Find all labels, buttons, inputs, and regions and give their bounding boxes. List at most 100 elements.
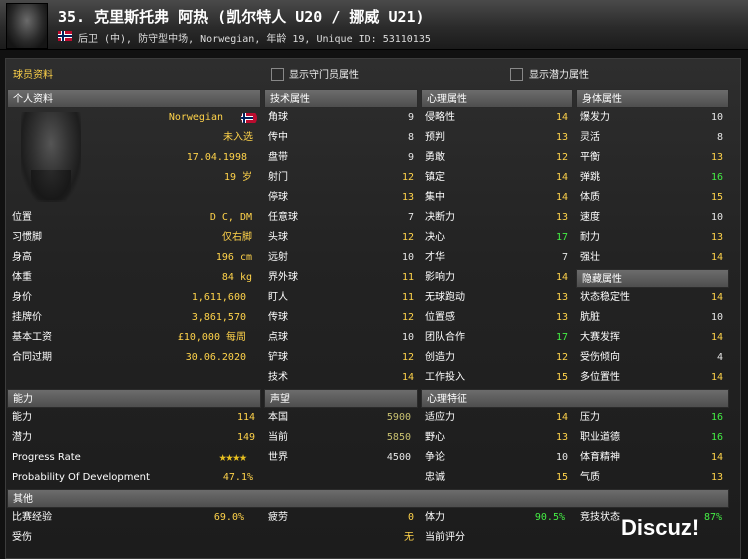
ability-row: 潜力 149 xyxy=(12,428,255,448)
technical-attr-value: 10 xyxy=(401,252,414,263)
trait-row: 气质 13 xyxy=(580,468,723,488)
mental-attr-row: 工作投入 15 xyxy=(425,368,568,388)
mental-attr-row: 预判 13 xyxy=(425,128,568,148)
other-row: 当前评分 xyxy=(425,528,565,548)
technical-attr-label: 停球 xyxy=(268,192,288,203)
hidden-attr-label: 状态稳定性 xyxy=(580,292,630,303)
technical-attr-label: 任意球 xyxy=(268,212,298,223)
traits-section-header: 心理特征 xyxy=(421,389,729,408)
mental-attr-row: 无球跑动 13 xyxy=(425,288,568,308)
technical-attr-value: 12 xyxy=(401,232,414,243)
personal-label: 挂牌价 xyxy=(12,312,42,323)
physical-attr-value: 10 xyxy=(710,212,723,223)
personal-label: 身高 xyxy=(12,252,32,263)
mental-attr-label: 决断力 xyxy=(425,212,455,223)
physical-attr-label: 耐力 xyxy=(580,232,600,243)
technical-attr-label: 界外球 xyxy=(268,272,298,283)
physical-attr-label: 速度 xyxy=(580,212,600,223)
progress-rate-stars-icon: ★★★★ xyxy=(218,450,247,465)
personal-label: 基本工资 xyxy=(12,332,52,343)
hidden-attr-row: 状态稳定性 14 xyxy=(580,288,723,308)
personal-row: 基本工资 £10,000 每周 xyxy=(12,328,246,348)
technical-attr-value: 9 xyxy=(407,152,414,163)
personal-label: 体重 xyxy=(12,272,32,283)
physical-attr-value: 16 xyxy=(710,172,723,183)
ability-label: 能力 xyxy=(12,412,32,423)
trait-label: 适应力 xyxy=(425,412,455,423)
other-label: 受伤 xyxy=(12,532,32,543)
technical-attr-row: 头球 12 xyxy=(268,228,414,248)
mental-attr-value: 14 xyxy=(555,172,568,183)
show-gk-checkbox[interactable] xyxy=(271,68,284,81)
technical-attr-row: 角球 9 xyxy=(268,108,414,128)
personal-row: 合同过期 30.06.2020 xyxy=(12,348,246,368)
physical-attr-label: 爆发力 xyxy=(580,112,610,123)
hidden-attr-row: 受伤倾向 4 xyxy=(580,348,723,368)
reputation-value: 4500 xyxy=(386,452,411,463)
technical-attr-label: 点球 xyxy=(268,332,288,343)
ability-label: Probability Of Development xyxy=(12,472,150,483)
physical-attr-row: 弹跳 16 xyxy=(580,168,723,188)
reputation-row: 当前 5850 xyxy=(268,428,411,448)
technical-attr-value: 7 xyxy=(407,212,414,223)
other-row: 体力 90.5% xyxy=(425,508,565,528)
other-value: 0 xyxy=(407,512,414,523)
technical-attr-row: 远射 10 xyxy=(268,248,414,268)
trait-label: 压力 xyxy=(580,412,600,423)
personal-value: 1,611,600 xyxy=(191,292,246,303)
player-thumbnail xyxy=(6,3,48,49)
mental-attr-row: 勇敢 12 xyxy=(425,148,568,168)
other-value: 87% xyxy=(703,512,722,523)
physical-attr-row: 速度 10 xyxy=(580,208,723,228)
show-gk-label[interactable]: 显示守门员属性 xyxy=(289,66,359,81)
trait-row: 压力 16 xyxy=(580,408,723,428)
player-title: 35. 克里斯托弗 阿热 (凯尔特人 U20 / 挪威 U21) xyxy=(58,8,425,26)
mental-attr-row: 镇定 14 xyxy=(425,168,568,188)
physical-attr-row: 耐力 13 xyxy=(580,228,723,248)
mental-attr-label: 集中 xyxy=(425,192,445,203)
ability-row: Progress Rate ★★★★ xyxy=(12,448,247,468)
ability-row: 能力 114 xyxy=(12,408,255,428)
personal-label: 合同过期 xyxy=(12,352,52,363)
selection-row: 未入选 xyxy=(85,128,253,148)
mental-attr-value: 14 xyxy=(555,112,568,123)
technical-attr-value: 11 xyxy=(401,272,414,283)
technical-attr-label: 头球 xyxy=(268,232,288,243)
mental-attr-label: 决心 xyxy=(425,232,445,243)
technical-attr-row: 任意球 7 xyxy=(268,208,414,228)
mental-attr-row: 创造力 12 xyxy=(425,348,568,368)
hidden-attr-value: 14 xyxy=(710,292,723,303)
personal-label: 位置 xyxy=(12,212,32,223)
dob-row: 17.04.1998 xyxy=(85,148,247,168)
trait-row: 职业道德 16 xyxy=(580,428,723,448)
mental-attr-label: 无球跑动 xyxy=(425,292,465,303)
mental-attr-label: 工作投入 xyxy=(425,372,465,383)
technical-attr-label: 技术 xyxy=(268,372,288,383)
physical-attr-label: 强壮 xyxy=(580,252,600,263)
other-section-header: 其他 xyxy=(7,489,729,508)
player-photo xyxy=(21,112,81,202)
mental-attr-label: 创造力 xyxy=(425,352,455,363)
nationality-flag-icon xyxy=(241,110,257,126)
mental-attr-row: 集中 14 xyxy=(425,188,568,208)
trait-label: 气质 xyxy=(580,472,600,483)
mental-attr-label: 团队合作 xyxy=(425,332,465,343)
mental-attr-value: 17 xyxy=(555,232,568,243)
tab-player-profile[interactable]: 球员资料 xyxy=(13,66,53,81)
reputation-section-header: 声望 xyxy=(264,389,418,408)
mental-attr-value: 13 xyxy=(555,312,568,323)
other-row: 疲劳 0 xyxy=(268,508,414,528)
personal-row: 身价 1,611,600 xyxy=(12,288,246,308)
technical-attr-value: 14 xyxy=(401,372,414,383)
other-value: 90.5% xyxy=(534,512,565,523)
trait-label: 野心 xyxy=(425,432,445,443)
trait-label: 体育精神 xyxy=(580,452,620,463)
personal-row: 身高 196 cm xyxy=(12,248,252,268)
mental-attr-label: 才华 xyxy=(425,252,445,263)
show-potential-label[interactable]: 显示潜力属性 xyxy=(529,66,589,81)
show-potential-checkbox[interactable] xyxy=(510,68,523,81)
physical-attr-label: 弹跳 xyxy=(580,172,600,183)
dob-value: 17.04.1998 xyxy=(186,152,247,163)
trait-value: 16 xyxy=(710,412,723,423)
technical-section-header: 技术属性 xyxy=(264,89,418,108)
